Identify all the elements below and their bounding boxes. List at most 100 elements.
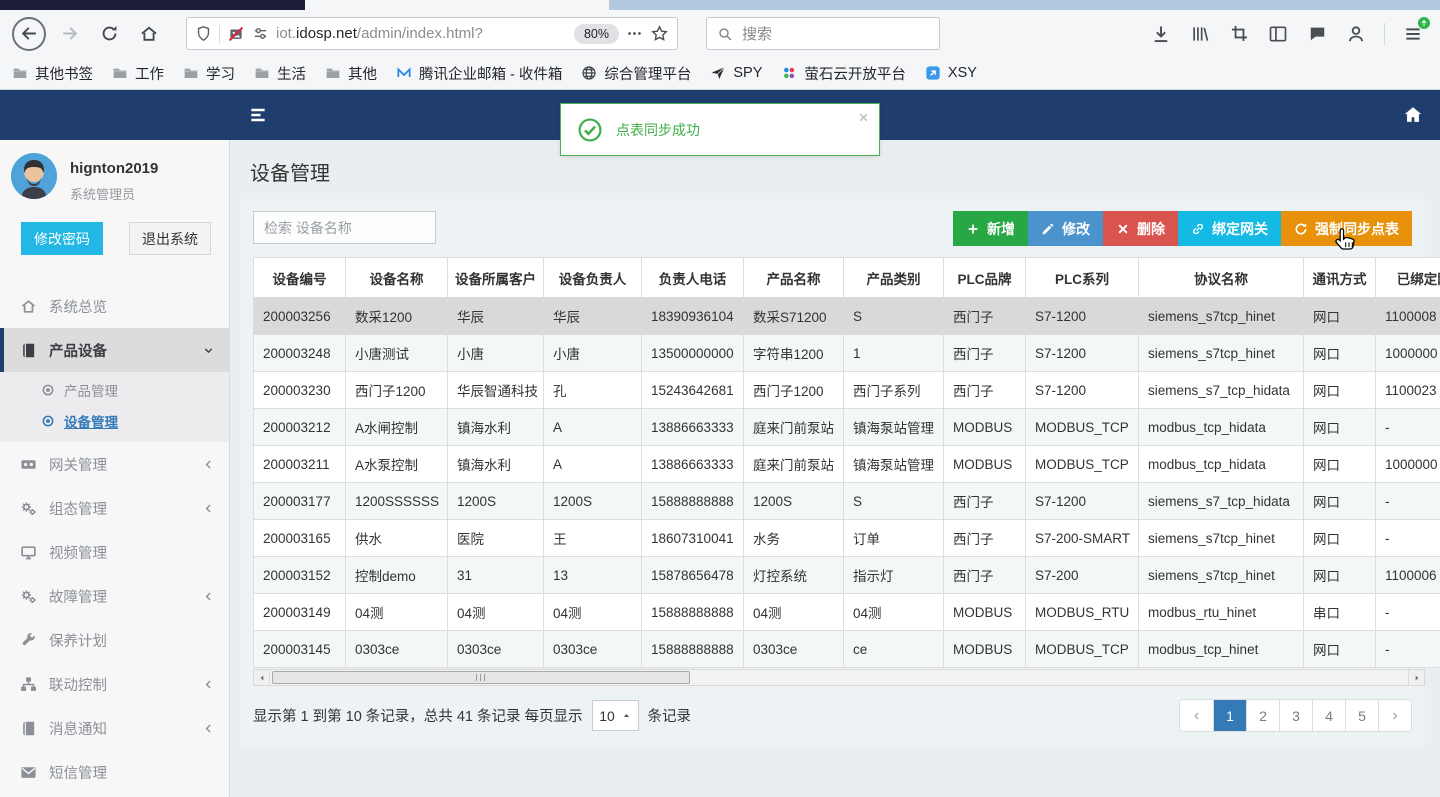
bind-gateway-button[interactable]: 绑定网关 [1178, 211, 1281, 246]
table-row[interactable]: 200003212 A水闸控制 镇海水利 A 13886663333 庭来门前泵站 镇海泵站… [253, 408, 1440, 446]
table-row[interactable]: 200003152 控制demo 31 13 15878656478 灯控系统 指示灯 西门子… [253, 556, 1440, 594]
sidebar-item-消息通知[interactable]: 消息通知 [0, 706, 229, 750]
device-search-input[interactable] [253, 211, 436, 244]
sidebar-item-故障管理[interactable]: 故障管理 [0, 574, 229, 618]
url-prefix: iot. [276, 25, 297, 42]
reload-icon [100, 24, 119, 43]
page-button-4[interactable]: 4 [1312, 700, 1345, 731]
permissions-icon[interactable] [252, 25, 269, 42]
sidebar-item-组态管理[interactable]: 组态管理 [0, 486, 229, 530]
add-button[interactable]: 新增 [953, 211, 1028, 246]
forward-button[interactable] [52, 17, 86, 51]
table-cell: 31 [447, 556, 544, 594]
table-row[interactable]: 200003149 04测 04测 04测 15888888888 04测 04测 MODBU… [253, 593, 1440, 631]
library-button[interactable] [1185, 19, 1215, 49]
tab-active[interactable] [305, 0, 610, 10]
sidebar-item-产品设备[interactable]: 产品设备 [0, 328, 229, 372]
scroll-right-arrow-icon[interactable] [1408, 670, 1424, 685]
table-cell: 1200SSSSSS [345, 482, 448, 520]
page-button-1[interactable]: 1 [1213, 700, 1246, 731]
downloads-button[interactable] [1146, 19, 1176, 49]
sidebar-item-系统总览[interactable]: 系统总览 [0, 284, 229, 328]
bookmark-item[interactable]: 综合管理平台 [581, 63, 691, 84]
table-row[interactable]: 200003177 1200SSSSSS 1200S 1200S 15888888888… [253, 482, 1440, 520]
sidebar-item-视频管理[interactable]: 视频管理 [0, 530, 229, 574]
table-row[interactable]: 200003145 0303ce 0303ce 0303ce 15888888888 03… [253, 630, 1440, 668]
screenshot-button[interactable] [1224, 19, 1254, 49]
table-row[interactable]: 200003248 小唐测试 小唐 小唐 13500000000 字符串1200 1 西门子 S… [253, 334, 1440, 372]
table-row[interactable]: 200003165 供水 医院王 18607310041 水务 订单 西门子 S7-200-S… [253, 519, 1440, 557]
sidebar-item-保养计划[interactable]: 保养计划 [0, 618, 229, 662]
wrench-icon [20, 632, 37, 649]
sidebars-button[interactable] [1263, 19, 1293, 49]
sidebar-item-联动控制[interactable]: 联动控制 [0, 662, 229, 706]
page-prev-button[interactable]: ‹ [1180, 700, 1213, 731]
edit-button[interactable]: 修改 [1028, 211, 1103, 246]
scrollbar-thumb[interactable] [272, 671, 690, 684]
table-row[interactable]: 200003211 A水泵控制 镇海水利 A 13886663333 庭来门前泵站 镇海泵站… [253, 445, 1440, 483]
bookmark-item[interactable]: XSY [925, 65, 977, 81]
page-actions-icon[interactable] [626, 25, 643, 42]
sidebar-subitem-产品管理[interactable]: 产品管理 [0, 374, 229, 405]
page-button-3[interactable]: 3 [1279, 700, 1312, 731]
table-cell: 1100023 [1375, 371, 1440, 409]
bookmark-item[interactable]: 萤石云开放平台 [781, 63, 906, 84]
home-button[interactable] [132, 17, 166, 51]
table-cell: 指示灯 [843, 556, 944, 594]
bookmark-label: XSY [947, 65, 977, 81]
logout-button[interactable]: 退出系统 [129, 222, 211, 255]
bookmark-item[interactable]: 其他 [325, 63, 377, 84]
app-home-icon[interactable] [1402, 104, 1424, 126]
table-cell: - [1375, 593, 1440, 631]
sidebar-item-label: 故障管理 [49, 589, 107, 606]
change-password-button[interactable]: 修改密码 [21, 222, 103, 255]
table-row[interactable]: 200003256 数采1200 华辰 华辰 18390936104 数采S71200 S 西… [253, 297, 1440, 335]
scroll-left-arrow-icon[interactable] [254, 670, 270, 685]
bookmark-item[interactable]: 学习 [183, 63, 235, 84]
sidebar-toggle-icon[interactable] [248, 105, 268, 125]
bookmark-item[interactable]: 工作 [112, 63, 164, 84]
delete-button[interactable]: 删除 [1103, 211, 1178, 246]
table-cell: 镇海泵站管理 [843, 445, 944, 483]
table-toolbar: 新增 修改 删除 绑定网关 强制同步点表 [253, 211, 1412, 246]
table-cell: modbus_rtu_hinet [1138, 593, 1304, 631]
bookmark-label: 腾讯企业邮箱 - 收件箱 [419, 66, 563, 83]
page-next-button[interactable]: › [1378, 700, 1411, 731]
messages-button[interactable] [1302, 19, 1332, 49]
table-cell: MODBUS [943, 408, 1026, 446]
sidebar-item-网关管理[interactable]: 网关管理 [0, 442, 229, 486]
zoom-level-badge[interactable]: 80% [573, 23, 619, 44]
bookmark-item[interactable]: 生活 [254, 63, 306, 84]
sidebar-subitem-设备管理[interactable]: 设备管理 [0, 405, 229, 436]
page-button-5[interactable]: 5 [1345, 700, 1378, 731]
table-cell: 1200S [543, 482, 642, 520]
blocked-media-icon[interactable] [227, 25, 245, 43]
bookmark-item[interactable]: SPY [710, 65, 762, 81]
horizontal-scrollbar[interactable] [253, 669, 1425, 686]
shield-icon[interactable] [195, 25, 212, 42]
back-button[interactable] [12, 16, 46, 51]
bookmark-item[interactable]: 其他书签 [12, 63, 93, 84]
url-bar[interactable]: iot.idosp.net/admin/index.html? 80% [186, 17, 678, 50]
search-icon [717, 26, 733, 42]
url-text[interactable]: iot.idosp.net/admin/index.html? [276, 25, 567, 42]
page-button-2[interactable]: 2 [1246, 700, 1279, 731]
bookmark-item[interactable]: 腾讯企业邮箱 - 收件箱 [396, 63, 562, 84]
page-size-select[interactable]: 10 [591, 700, 639, 731]
app-menu-button[interactable] [1398, 16, 1430, 49]
toast-close-icon[interactable] [857, 111, 870, 124]
table-cell: 15243642681 [641, 371, 744, 409]
avatar[interactable] [11, 153, 57, 199]
account-button[interactable] [1341, 19, 1371, 49]
column-header: PLC系列 [1025, 257, 1139, 298]
sidebar-item-label: 产品设备 [49, 343, 107, 360]
window-tab-strip [0, 0, 1440, 10]
table-row[interactable]: 200003230 西门子1200 华辰智通科技孔 15243642681 西门子120… [253, 371, 1440, 409]
tab-dark[interactable] [0, 0, 305, 10]
bookmark-label: 其他书签 [35, 66, 93, 83]
speech-bubble-icon [1308, 24, 1327, 43]
sidebar-item-短信管理[interactable]: 短信管理 [0, 750, 229, 794]
browser-search-box[interactable]: 搜索 [706, 17, 940, 50]
bookmark-star-icon[interactable] [650, 24, 669, 43]
reload-button[interactable] [92, 17, 126, 51]
